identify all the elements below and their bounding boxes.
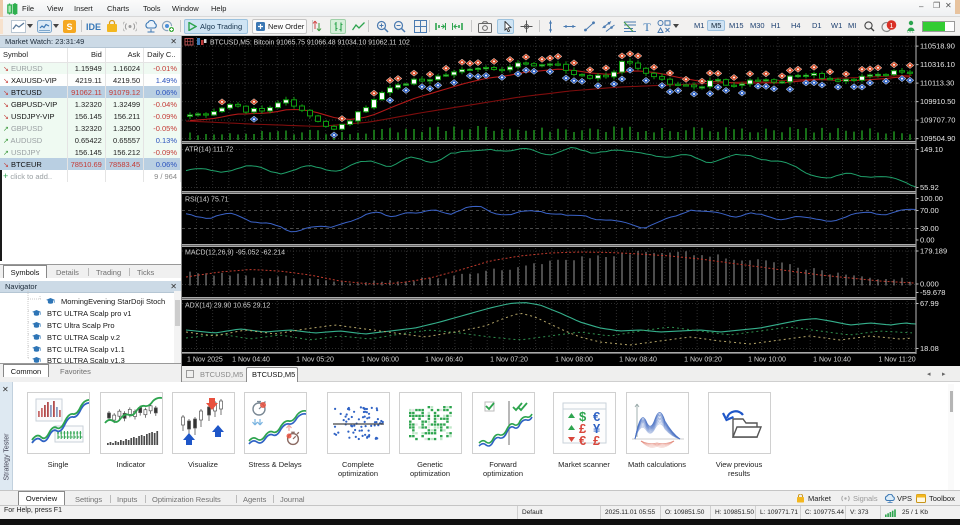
svg-text:1 Nov 10:40: 1 Nov 10:40 — [813, 357, 851, 364]
svg-text:30.00: 30.00 — [920, 224, 939, 233]
svg-text:1 Nov 09:20: 1 Nov 09:20 — [684, 357, 722, 364]
svg-text:0.00: 0.00 — [920, 236, 935, 245]
svg-text:109910.50: 109910.50 — [920, 97, 955, 106]
svg-text:109707.70: 109707.70 — [920, 116, 955, 125]
svg-text:1 Nov 08:00: 1 Nov 08:00 — [555, 357, 593, 364]
svg-text:S: S — [66, 22, 72, 32]
svg-text:LVL: LVL — [907, 29, 915, 34]
svg-text:IDE: IDE — [86, 22, 101, 32]
svg-text:BTCUSD,M5: Bitcoin 91065.75 91: BTCUSD,M5: Bitcoin 91065.75 91066.48 910… — [210, 40, 410, 47]
svg-text:1 Nov 05:20: 1 Nov 05:20 — [296, 357, 334, 364]
svg-text:110113.30: 110113.30 — [920, 79, 954, 88]
svg-text:MACD(12,26,9) -95.052 -62.214: MACD(12,26,9) -95.052 -62.214 — [185, 250, 285, 257]
svg-text:100.00: 100.00 — [920, 194, 943, 203]
svg-text:1 Nov 08:40: 1 Nov 08:40 — [619, 357, 657, 364]
svg-text:-59.678: -59.678 — [920, 288, 945, 297]
svg-text:1 Nov 06:40: 1 Nov 06:40 — [425, 357, 463, 364]
svg-text:1 Nov 2025: 1 Nov 2025 — [187, 357, 223, 364]
svg-text:RSI(14) 75.71: RSI(14) 75.71 — [185, 197, 229, 204]
svg-text:55.92: 55.92 — [920, 183, 939, 192]
svg-text:70.00: 70.00 — [920, 206, 939, 215]
svg-text:€: € — [579, 433, 586, 448]
svg-text:110316.10: 110316.10 — [920, 60, 955, 69]
svg-text:1 Nov 04:40: 1 Nov 04:40 — [232, 357, 270, 364]
svg-text:1 Nov 07:20: 1 Nov 07:20 — [490, 357, 528, 364]
svg-text:ATR(14) 111.72: ATR(14) 111.72 — [185, 147, 233, 154]
svg-text:T: T — [643, 20, 651, 33]
svg-text:£: £ — [593, 433, 601, 448]
svg-text:109504.90: 109504.90 — [920, 134, 955, 143]
svg-text:ADX(14) 29.90 10.65 29.12: ADX(14) 29.90 10.65 29.12 — [185, 303, 270, 310]
svg-text:1 Nov 06:00: 1 Nov 06:00 — [361, 357, 399, 364]
svg-text:179.189: 179.189 — [920, 247, 947, 256]
svg-text:110518.90: 110518.90 — [920, 42, 955, 51]
svg-text:67.99: 67.99 — [920, 299, 939, 308]
svg-text:1: 1 — [889, 21, 893, 30]
svg-text:1 Nov 10:00: 1 Nov 10:00 — [748, 357, 786, 364]
svg-text:18.08: 18.08 — [920, 344, 939, 353]
svg-text:1 Nov 11:20: 1 Nov 11:20 — [878, 357, 915, 364]
svg-text:149.10: 149.10 — [920, 145, 943, 154]
